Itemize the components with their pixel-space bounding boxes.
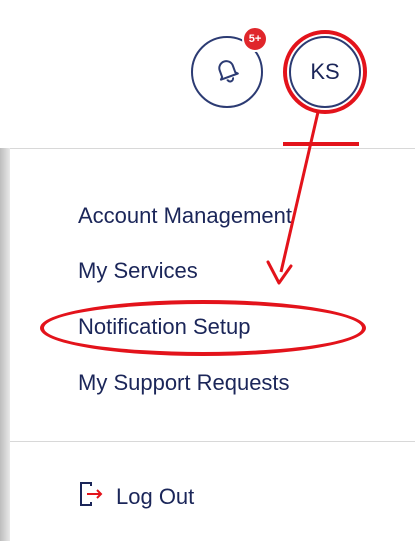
logout-label: Log Out [116,484,195,509]
user-avatar-button[interactable]: KS [289,36,361,108]
menu-item-account-management[interactable]: Account Management [78,203,292,229]
menu-item-my-services[interactable]: My Services [78,258,198,284]
logout-icon [78,480,116,514]
avatar-initials: KS [310,59,340,84]
notification-count-badge: 5+ [242,26,268,52]
panel-edge-shadow [0,148,10,541]
menu-item-notification-setup[interactable]: Notification Setup [78,314,250,340]
active-menu-indicator [283,142,359,146]
menu-item-my-support-requests[interactable]: My Support Requests [78,370,290,396]
logout-button[interactable]: Log Out [78,482,194,512]
menu-divider [10,441,415,442]
bell-icon [212,55,242,90]
